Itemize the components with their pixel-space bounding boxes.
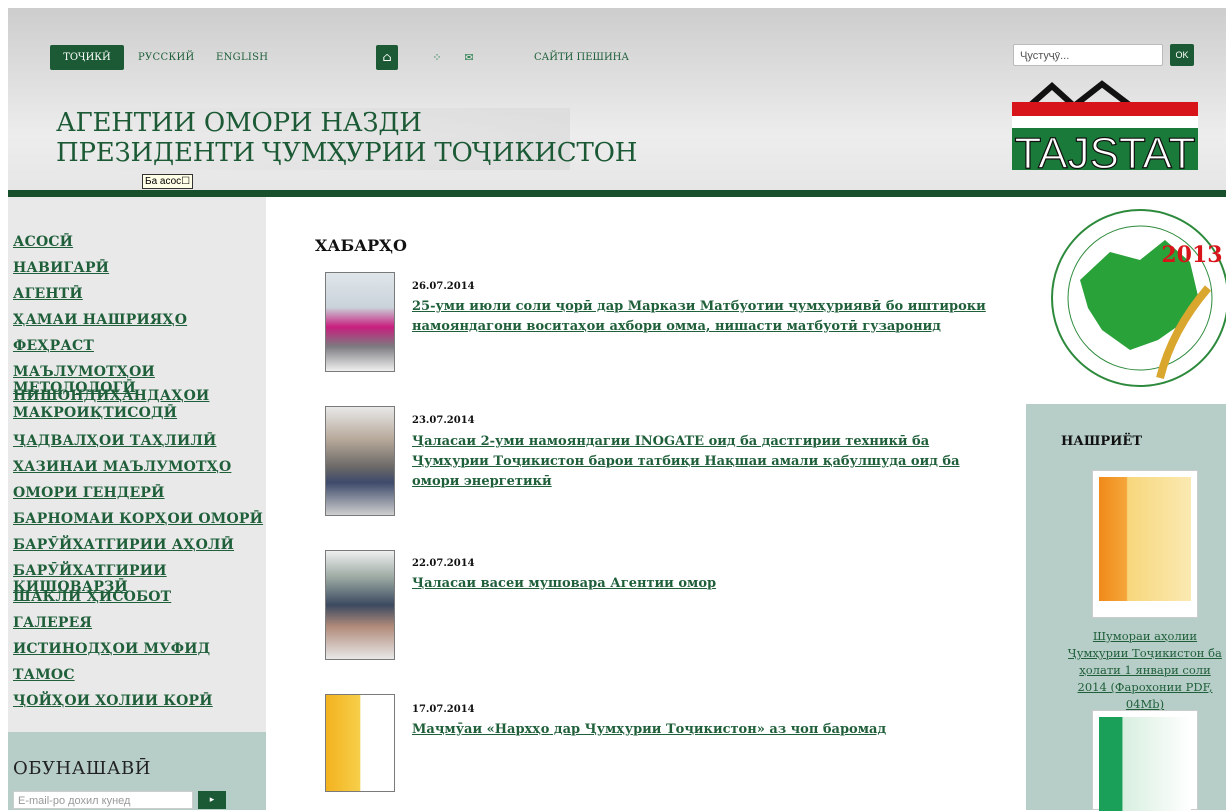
sidebar-item-agency[interactable]: АГЕНТӢ xyxy=(13,286,83,302)
tooltip: Ба асос☐ xyxy=(142,174,194,189)
sidebar-item-report-forms[interactable]: ШАКЛИ ҲИСОБОТ xyxy=(13,589,171,605)
news-thumbnail[interactable] xyxy=(325,406,395,516)
arrow-right-icon: ▸ xyxy=(209,795,215,805)
sitemap-icon: ⁘ xyxy=(432,51,442,64)
sidebar-item-gallery[interactable]: ГАЛЕРЕЯ xyxy=(13,615,92,631)
site-title-line2: ПРЕЗИДЕНТИ ҶУМҲУРИИ ТОҶИКИСТОН xyxy=(56,138,638,168)
sidebar-item-analytical-tables[interactable]: ҶАДВАЛҲОИ ТАҲЛИЛӢ xyxy=(13,433,216,449)
subscribe-heading: ОБУНАШАВӢ xyxy=(13,758,151,779)
publications-panel: НАШРИЁТ Шумораи аҳолии Ҷумҳурии Тоҷикист… xyxy=(1026,404,1226,811)
news-link[interactable]: Ҷаласаи 2-уми намояндагии INOGATE оид ба… xyxy=(412,432,1002,492)
sidebar-item-work-program[interactable]: БАРНОМАИ КОРҲОИ ОМОРӢ xyxy=(13,511,263,527)
tajstat-logo[interactable]: TAJSTAT xyxy=(1012,80,1198,174)
sidebar-item-vacancies[interactable]: ҶОЙҲОИ ХОЛИИ КОРӢ xyxy=(13,693,213,709)
publication-link[interactable]: Шумораи аҳолии Ҷумҳурии Тоҷикистон ба ҳо… xyxy=(1064,628,1226,713)
sidebar-item-navigator[interactable]: НАВИГАРӢ xyxy=(13,260,109,276)
mail-icon: ✉ xyxy=(464,51,474,64)
logo-text: TAJSTAT xyxy=(1015,129,1196,174)
news-date: 17.07.2014 xyxy=(412,704,475,715)
mail-button[interactable]: ✉ xyxy=(458,45,480,70)
news-date: 26.07.2014 xyxy=(412,281,475,292)
old-site-link[interactable]: САЙТИ ПЕШИНА xyxy=(534,52,629,63)
subscribe-panel: ОБУНАШАВӢ E-mail-ро дохил кунед ▸ xyxy=(8,732,266,810)
sidebar-item-gender[interactable]: ОМОРИ ГЕНДЕРӢ xyxy=(13,485,165,501)
news-link[interactable]: 25-уми июли соли ҷорӣ дар Маркази Матбуо… xyxy=(412,297,1002,337)
email-field[interactable]: E-mail-ро дохил кунед xyxy=(13,791,193,809)
publication-cover[interactable] xyxy=(1092,470,1198,618)
census-year: 2013 xyxy=(1161,242,1222,268)
publication-cover[interactable] xyxy=(1092,710,1198,811)
home-button[interactable]: ⌂ xyxy=(376,45,398,70)
sidebar-item-macroeconomic[interactable]: НИШОНДИҲАНДАҲОИ МАКРОИҚТИСОДӢ xyxy=(13,388,213,422)
news-link[interactable]: Ҷаласаи васеи мушовара Агентии омор xyxy=(412,574,1002,594)
site-title: АГЕНТИИ ОМОРИ НАЗДИ ПРЕЗИДЕНТИ ҶУМҲУРИИ … xyxy=(52,108,637,170)
lang-tajik-button[interactable]: ТОҶИКӢ xyxy=(50,45,124,70)
sidebar-item-useful-links[interactable]: ИСТИНОДҲОИ МУФИД xyxy=(13,641,210,657)
site-title-line1: АГЕНТИИ ОМОРИ НАЗДИ xyxy=(56,108,422,138)
home-icon: ⌂ xyxy=(382,50,392,64)
news-date: 22.07.2014 xyxy=(412,558,475,569)
agricultural-census-2013-emblem[interactable]: 2013 xyxy=(1040,200,1226,400)
news-heading: ХАБАРҲО xyxy=(315,236,407,255)
lang-russian-link[interactable]: РУССКИЙ xyxy=(138,52,195,63)
search-submit-button[interactable]: OK xyxy=(1170,44,1194,66)
news-thumbnail[interactable] xyxy=(325,272,395,372)
news-thumbnail[interactable] xyxy=(325,694,395,792)
news-thumbnail[interactable] xyxy=(325,550,395,660)
publications-heading: НАШРИЁТ xyxy=(1061,434,1142,449)
sitemap-button[interactable]: ⁘ xyxy=(426,45,448,70)
sidebar-item-all-publications[interactable]: ҲАМАИ НАШРИЯҲО xyxy=(13,312,187,328)
sidebar: АСОСӢ НАВИГАРӢ АГЕНТӢ ҲАМАИ НАШРИЯҲО ФЕҲ… xyxy=(8,197,266,810)
sidebar-item-catalog[interactable]: ФЕҲРАСТ xyxy=(13,338,94,354)
sidebar-item-home[interactable]: АСОСӢ xyxy=(13,234,73,250)
sidebar-item-contact[interactable]: ТАМОС xyxy=(13,667,75,683)
lang-english-link[interactable]: ENGLISH xyxy=(216,52,268,63)
sidebar-item-population-census[interactable]: БАРӮЙХАТГИРИИ АҲОЛӢ xyxy=(13,537,234,553)
header-divider xyxy=(8,190,1226,197)
subscribe-button[interactable]: ▸ xyxy=(198,791,226,809)
sidebar-item-database[interactable]: ХАЗИНАИ МАЪЛУМОТҲО xyxy=(13,459,231,475)
search-input[interactable]: Ҷустуҷӯ... xyxy=(1013,44,1163,66)
news-date: 23.07.2014 xyxy=(412,415,475,426)
news-link[interactable]: Маҷмӯаи «Нархҳо дар Ҷумҳурии Тоҷикистон»… xyxy=(412,720,1002,740)
